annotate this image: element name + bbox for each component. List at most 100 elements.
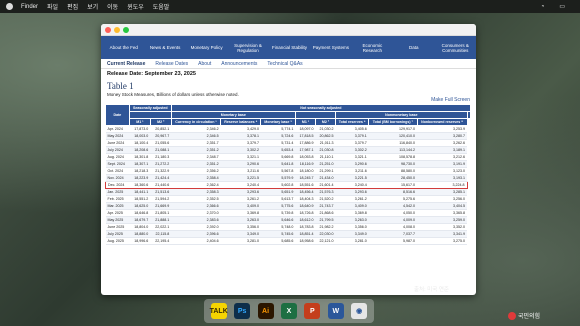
table-cell: 5,669.8 xyxy=(260,153,296,161)
maximize-button[interactable] xyxy=(123,26,129,33)
table-cell: 3,221.5 xyxy=(335,174,369,182)
table-cell: 18,804.0 xyxy=(129,223,151,231)
menu-item[interactable]: 보기 xyxy=(87,2,98,11)
table-cell: 18,646.8 xyxy=(129,209,151,217)
wifi-icon[interactable]: ◔ xyxy=(541,4,545,10)
table-cell: 3,379.1 xyxy=(335,132,369,140)
table-cell: 17,818.5 xyxy=(295,132,316,140)
nav-item[interactable]: News & Events xyxy=(144,45,185,50)
table-cell: 3,302.2 xyxy=(220,146,261,154)
table-cell: 21,594.2 xyxy=(150,195,172,203)
table-row: Apr. 2025 18,646.8 21,805.1 2,370.0 3,369.8 5… xyxy=(105,209,471,217)
table-cell: 2,370.0 xyxy=(171,209,221,217)
table-cell: 3,212.6 xyxy=(417,153,468,161)
table-cell: 3,281.0 xyxy=(335,237,369,245)
table-cell: 21,088.1 xyxy=(150,146,172,154)
table-row: Apr. 2024 17,873.0 20,852.1 2,346.2 3,429.0 5… xyxy=(105,125,471,133)
nav-item[interactable]: Supervision & Regulation xyxy=(227,43,268,53)
group-not-seasonally-adjusted: Not seasonally adjusted xyxy=(170,104,472,112)
table-cell: 18,783.8 xyxy=(295,223,316,231)
table-cell: 21,011.3 xyxy=(315,139,336,147)
table-cell: 2,383.6 xyxy=(171,216,221,224)
table-row: Dec. 2024 18,360.6 21,440.6 2,362.4 3,240.4 5… xyxy=(105,181,471,189)
table-cell: 113,144.2 xyxy=(368,146,418,154)
nav-item[interactable]: Data xyxy=(393,45,434,50)
table-cell: 4,542.0 xyxy=(368,202,418,210)
table-cell: 3,261.2 xyxy=(220,195,261,203)
table-cell: Jan. 2025 xyxy=(105,188,130,196)
table-cell: 21,030.8 xyxy=(315,146,336,154)
table-cell: 17,886.9 xyxy=(295,139,316,147)
table-cell: 5,275.6 xyxy=(368,195,418,203)
menu-item[interactable]: 편집 xyxy=(67,2,78,11)
kakaotalk-icon[interactable]: TALK xyxy=(210,303,228,319)
table-cell: 129,917.0 xyxy=(368,125,418,133)
table-cell: 3,405.6 xyxy=(335,125,369,133)
illustrator-icon[interactable]: Ai xyxy=(257,303,274,319)
table-cell: 120,410.0 xyxy=(368,132,418,140)
table-cell: 3,293.6 xyxy=(220,188,261,196)
table-cell: 3,281.0 xyxy=(220,237,261,245)
menu-item[interactable]: 도움말 xyxy=(153,2,170,11)
table-cell: 18,003.0 xyxy=(129,132,151,140)
excel-icon[interactable]: X xyxy=(280,303,297,319)
table-cell: 3,240.4 xyxy=(220,181,261,189)
subnav-announcements[interactable]: Announcements xyxy=(221,61,257,67)
subnav-release-dates[interactable]: Release Dates xyxy=(155,61,188,67)
table-cell: 18,360.6 xyxy=(129,181,151,189)
table-cell: 3,369.8 xyxy=(335,209,369,217)
menu-item[interactable]: 윈도우 xyxy=(127,2,144,11)
table-cell: 3,293.6 xyxy=(335,188,369,196)
menu-item[interactable]: Finder xyxy=(21,4,38,10)
table-cell: 3,275.0 xyxy=(417,237,468,245)
table-cell: 21,030.2 xyxy=(315,125,336,133)
nav-item[interactable]: Economic Research xyxy=(352,43,393,53)
table-cell: 21,805.1 xyxy=(150,209,172,217)
watermark-logo: 국민의힘 xyxy=(508,311,540,320)
subnav-current-release[interactable]: Current Release xyxy=(107,61,145,67)
table-cell: 18,996.6 xyxy=(129,237,151,245)
full-screen-link[interactable]: Make Full Screen xyxy=(431,97,470,103)
table-cell: 21,180.3 xyxy=(150,153,172,161)
nav-item[interactable]: Payment Systems xyxy=(310,45,351,50)
table-row: May 2025 18,679.7 21,888.1 2,383.6 3,263.0 5,… xyxy=(105,216,471,224)
table-cell: 21,299.1 xyxy=(315,167,336,175)
close-button[interactable] xyxy=(105,26,111,33)
table-cell: 3,262.6 xyxy=(417,139,468,147)
word-icon[interactable]: W xyxy=(327,303,344,319)
table-cell: 21,601.4 xyxy=(315,181,336,189)
menu-item[interactable]: 파일 xyxy=(47,2,58,11)
table-row: Nov. 2024 18,223.9 21,424.4 2,358.4 3,221.5 5… xyxy=(105,174,471,182)
sub-nav: Current Release Release Dates About Anno… xyxy=(101,59,476,69)
table-cell: May 2025 xyxy=(105,216,130,224)
subnav-technical-qa[interactable]: Technical Q&As xyxy=(267,61,302,67)
subnav-about[interactable]: About xyxy=(198,61,211,67)
nav-item[interactable]: Consumers & Communities xyxy=(435,43,476,53)
table-cell: 5,724.6 xyxy=(260,132,296,140)
nav-item[interactable]: About the Fed xyxy=(103,45,144,50)
table-row: Aug. 2025 18,996.6 22,195.4 2,404.6 3,281.0 5… xyxy=(105,237,471,245)
menu-item[interactable]: 이동 xyxy=(107,2,118,11)
table-cell: 3,356.0 xyxy=(220,223,261,231)
table-cell: 2,362.4 xyxy=(171,181,221,189)
table-cell: 21,055.6 xyxy=(150,139,172,147)
table-cell: 22,195.4 xyxy=(150,237,172,245)
photoshop-icon[interactable]: Ps xyxy=(234,303,251,319)
minimize-button[interactable] xyxy=(114,26,120,33)
unknown-app-icon[interactable]: ◉ xyxy=(351,303,368,319)
table-cell: 18,404.3 xyxy=(295,195,316,203)
nav-item[interactable]: Monetary Policy xyxy=(186,45,227,50)
powerpoint-icon[interactable]: P xyxy=(304,303,321,319)
table-cell: 3,341.9 xyxy=(417,230,468,238)
nav-item[interactable]: Financial Stability xyxy=(269,45,310,50)
table-cell: 2,396.6 xyxy=(171,230,221,238)
table-row: Mar. 2025 18,625.0 21,669.9 2,366.6 3,409.0 5… xyxy=(105,202,471,210)
table-cell: 108,578.8 xyxy=(368,153,418,161)
column-header: Nonborrowed reserves ⁸ xyxy=(416,118,468,126)
apple-icon[interactable] xyxy=(6,3,13,10)
table-cell: 5,739.8 xyxy=(260,209,296,217)
battery-icon[interactable]: ▭ xyxy=(559,3,565,10)
table-cell: 2,366.6 xyxy=(171,202,221,210)
table-cell: 3,123.0 xyxy=(417,167,468,175)
table-cell: 18,625.0 xyxy=(129,202,151,210)
